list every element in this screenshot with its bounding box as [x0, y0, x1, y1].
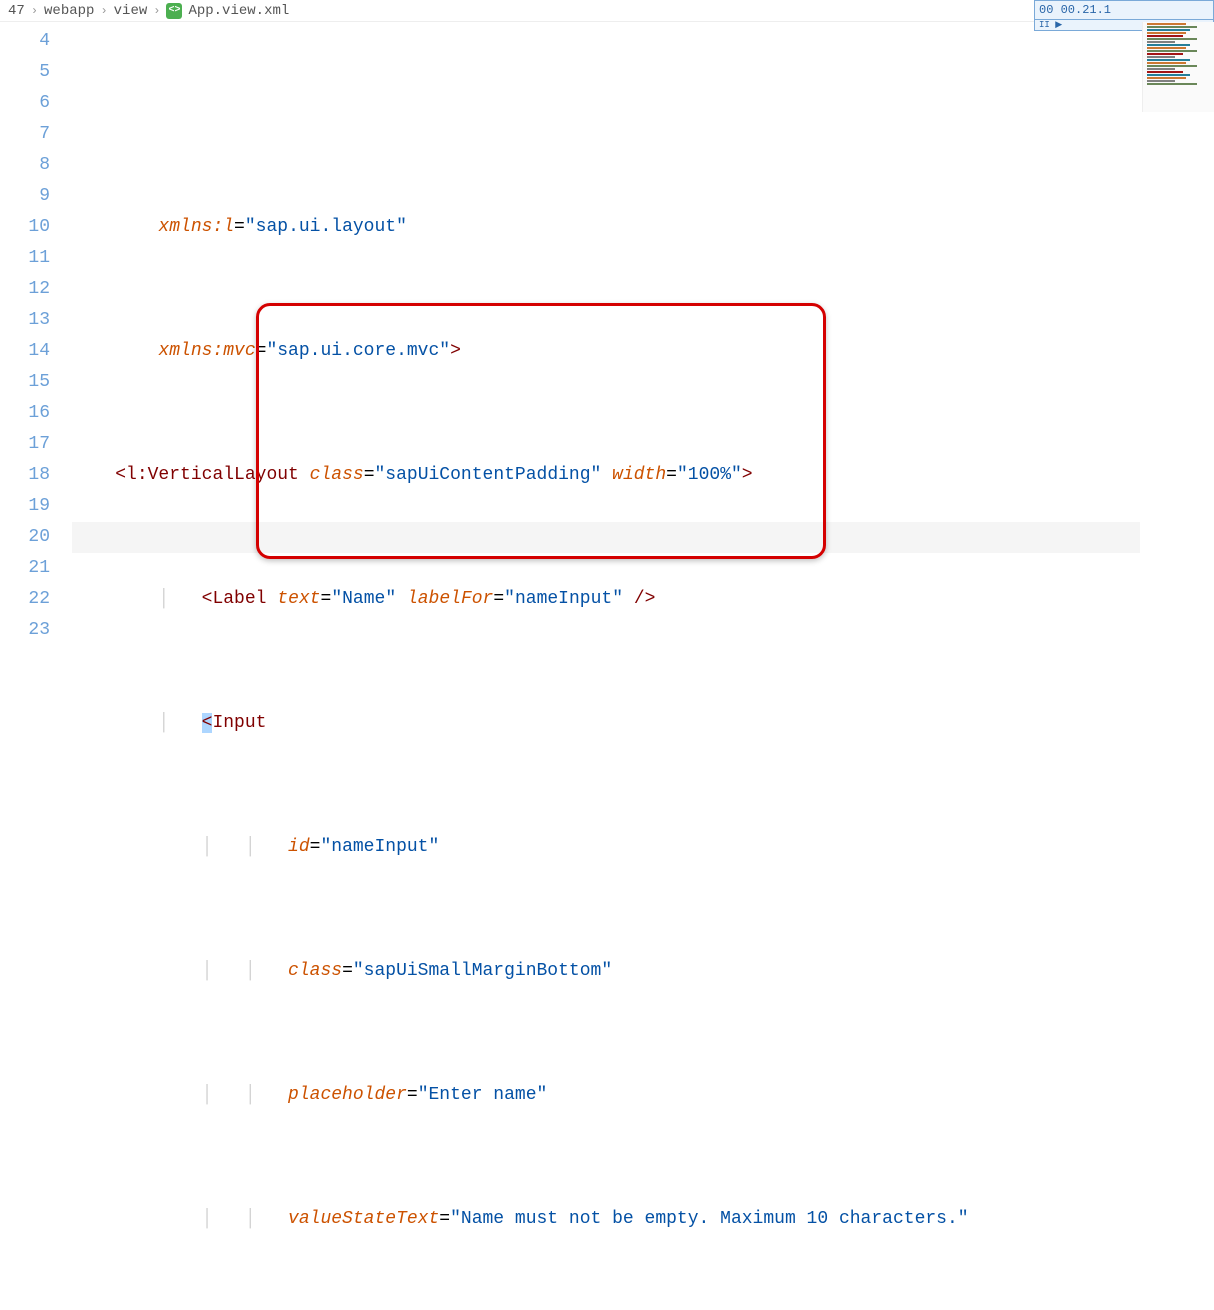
- line-number: 4: [0, 26, 50, 57]
- code-line[interactable]: <l:VerticalLayout class="sapUiContentPad…: [72, 460, 1214, 491]
- line-number: 23: [0, 615, 50, 646]
- line-number: 11: [0, 243, 50, 274]
- line-number: 16: [0, 398, 50, 429]
- line-number: 9: [0, 181, 50, 212]
- crumb-seg-2[interactable]: webapp: [44, 3, 94, 19]
- code-line[interactable]: │ <Input: [72, 708, 1214, 739]
- line-number: 14: [0, 336, 50, 367]
- line-number: 20: [0, 522, 50, 553]
- line-number: 17: [0, 429, 50, 460]
- code-line[interactable]: xmlns:mvc="sap.ui.core.mvc">: [72, 336, 1214, 367]
- code-line[interactable]: │ │ id="nameInput": [72, 832, 1214, 863]
- code-line[interactable]: │ │ class="sapUiSmallMarginBottom": [72, 956, 1214, 987]
- line-number: 6: [0, 88, 50, 119]
- crumb-seg-3[interactable]: view: [114, 3, 148, 19]
- chevron-right-icon: ›: [153, 4, 160, 18]
- code-line[interactable]: │ │ placeholder="Enter name": [72, 1080, 1214, 1111]
- breadcrumb: 47 › webapp › view › <> App.view.xml: [0, 0, 1214, 22]
- code-content[interactable]: xmlns:l="sap.ui.layout" xmlns:mvc="sap.u…: [72, 22, 1214, 655]
- xml-file-icon: <>: [166, 3, 182, 19]
- code-line[interactable]: │ <Label text="Name" labelFor="nameInput…: [72, 584, 1214, 615]
- line-number: 13: [0, 305, 50, 336]
- line-number: 15: [0, 367, 50, 398]
- chevron-right-icon: ›: [31, 4, 38, 18]
- minimap[interactable]: [1142, 22, 1214, 112]
- line-gutter: 4 5 6 7 8 9 10 11 12 13 14 15 16 17 18 1…: [0, 22, 72, 655]
- selection: <: [202, 713, 213, 733]
- crumb-seg-1[interactable]: 47: [8, 3, 25, 19]
- line-number: 19: [0, 491, 50, 522]
- code-line[interactable]: xmlns:l="sap.ui.layout": [72, 212, 1214, 243]
- line-number: 7: [0, 119, 50, 150]
- code-editor[interactable]: 4 5 6 7 8 9 10 11 12 13 14 15 16 17 18 1…: [0, 22, 1214, 655]
- line-number: 22: [0, 584, 50, 615]
- crumb-file[interactable]: App.view.xml: [188, 3, 289, 19]
- line-number: 5: [0, 57, 50, 88]
- code-line[interactable]: │ │ valueStateText="Name must not be emp…: [72, 1204, 1214, 1235]
- line-number: 10: [0, 212, 50, 243]
- chevron-right-icon: ›: [100, 4, 107, 18]
- timer-widget[interactable]: 00 00.21.1: [1034, 0, 1214, 20]
- timer-display: 00 00.21.1: [1039, 3, 1111, 17]
- line-number: 12: [0, 274, 50, 305]
- line-number: 8: [0, 150, 50, 181]
- line-number: 21: [0, 553, 50, 584]
- current-line-highlight: [72, 522, 1140, 553]
- line-number: 18: [0, 460, 50, 491]
